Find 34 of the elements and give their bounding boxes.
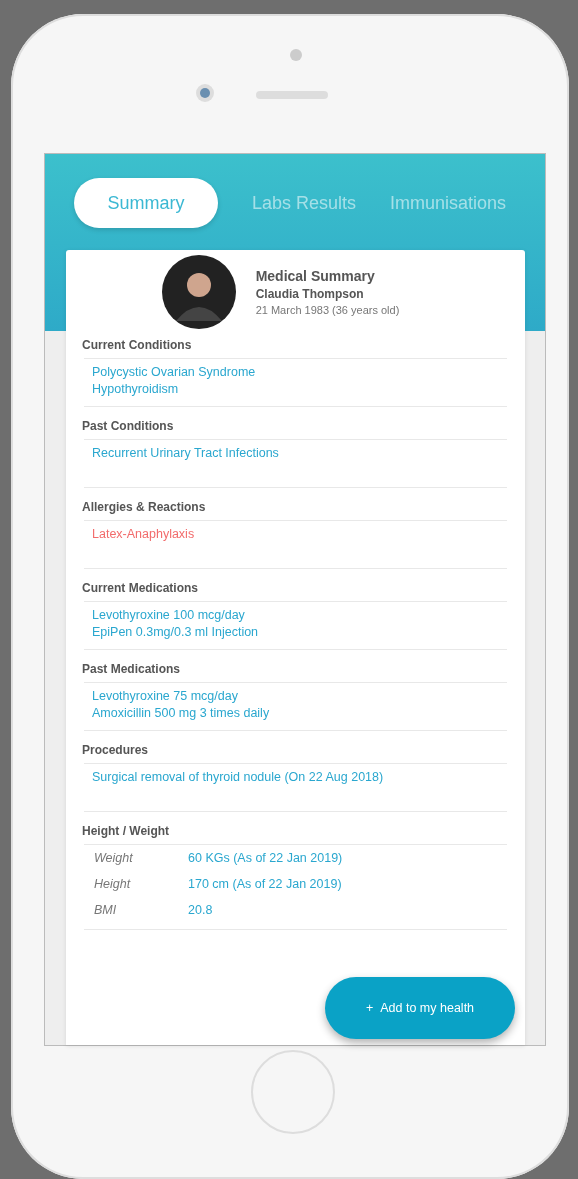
list-entry: Polycystic Ovarian Syndrome [92, 364, 257, 381]
list-entry: Surgical removal of thyroid nodule (On 22 Aug 2018) [92, 769, 385, 786]
measure-label: Weight [94, 850, 134, 867]
summary-title: Medical Summary [255, 268, 376, 284]
section-heading: Current Conditions [82, 337, 193, 354]
add-health-button[interactable]: + Add to my health [325, 977, 515, 1039]
home-button[interactable] [251, 1050, 335, 1134]
section-heading: Past Conditions [82, 418, 175, 435]
camera-icon [195, 83, 215, 103]
tab[interactable]: Immunisations [390, 178, 507, 228]
section-heading: Procedures [82, 742, 150, 759]
section-heading: Height / Weight [82, 823, 171, 840]
list-entry: Recurrent Urinary Tract Infections [92, 445, 280, 462]
measure-value: 60 KGs (As of 22 Jan 2019) [188, 850, 343, 867]
sensor-icon [290, 49, 302, 61]
speaker-icon [256, 91, 328, 99]
list-entry: Amoxicillin 500 mg 3 times daily [92, 705, 271, 722]
section-heading: Allergies & Reactions [82, 499, 207, 516]
list-entry: EpiPen 0.3mg/0.3 ml Injection [92, 624, 260, 641]
measure-value: 20.8 [188, 902, 213, 919]
patient-name: Claudia Thompson [255, 287, 365, 301]
list-entry: Levothyroxine 100 mcg/day [92, 607, 246, 624]
section-heading: Current Medications [82, 580, 199, 597]
list-entry: Hypothyroidism [92, 381, 180, 398]
tab[interactable]: Summary [74, 178, 218, 228]
list-entry: Latex-Anaphylaxis [92, 526, 196, 543]
list-entry: Levothyroxine 75 mcg/day [92, 688, 239, 705]
avatar-icon [161, 255, 236, 329]
birth-date: 21 March 1983 (36 years old) [255, 304, 400, 316]
measure-value: 170 cm (As of 22 Jan 2019) [188, 876, 342, 893]
section-heading: Past Medications [82, 661, 182, 678]
tab[interactable]: Labs Results [252, 178, 357, 228]
measure-label: BMI [94, 902, 118, 919]
measure-label: Height [94, 876, 132, 893]
